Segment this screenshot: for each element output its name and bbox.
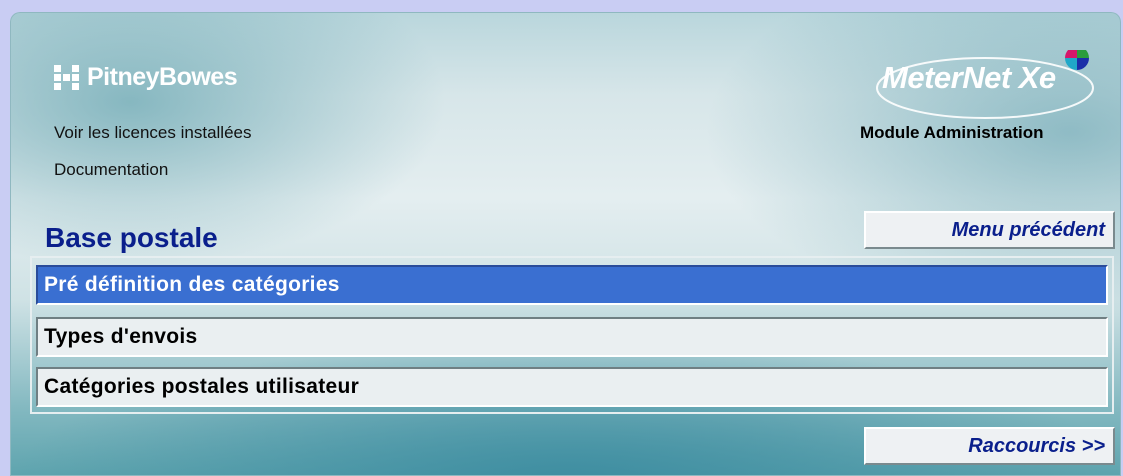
menu-item-categories-postales-utilisateur[interactable]: Catégories postales utilisateur xyxy=(36,367,1108,407)
module-title: Module Administration xyxy=(860,123,1044,142)
installed-licenses-link[interactable]: Voir les licences installées xyxy=(54,123,251,143)
pitney-bowes-mark-icon xyxy=(54,65,79,90)
meternet-logo: MeterNet Xe xyxy=(870,50,1100,120)
menu-item-types-envois[interactable]: Types d'envois xyxy=(36,317,1108,357)
brand-name: PitneyBowes xyxy=(87,63,238,91)
product-name: MeterNet Xe xyxy=(882,60,1056,95)
shortcuts-button[interactable]: Raccourcis >> xyxy=(864,427,1115,465)
previous-menu-button[interactable]: Menu précédent xyxy=(864,211,1115,249)
menu-item-predefinition-categories[interactable]: Pré définition des catégories xyxy=(36,265,1108,305)
documentation-link[interactable]: Documentation xyxy=(54,160,168,180)
pitney-bowes-logo: PitneyBowes xyxy=(54,63,238,92)
section-title: Base postale xyxy=(45,222,218,253)
